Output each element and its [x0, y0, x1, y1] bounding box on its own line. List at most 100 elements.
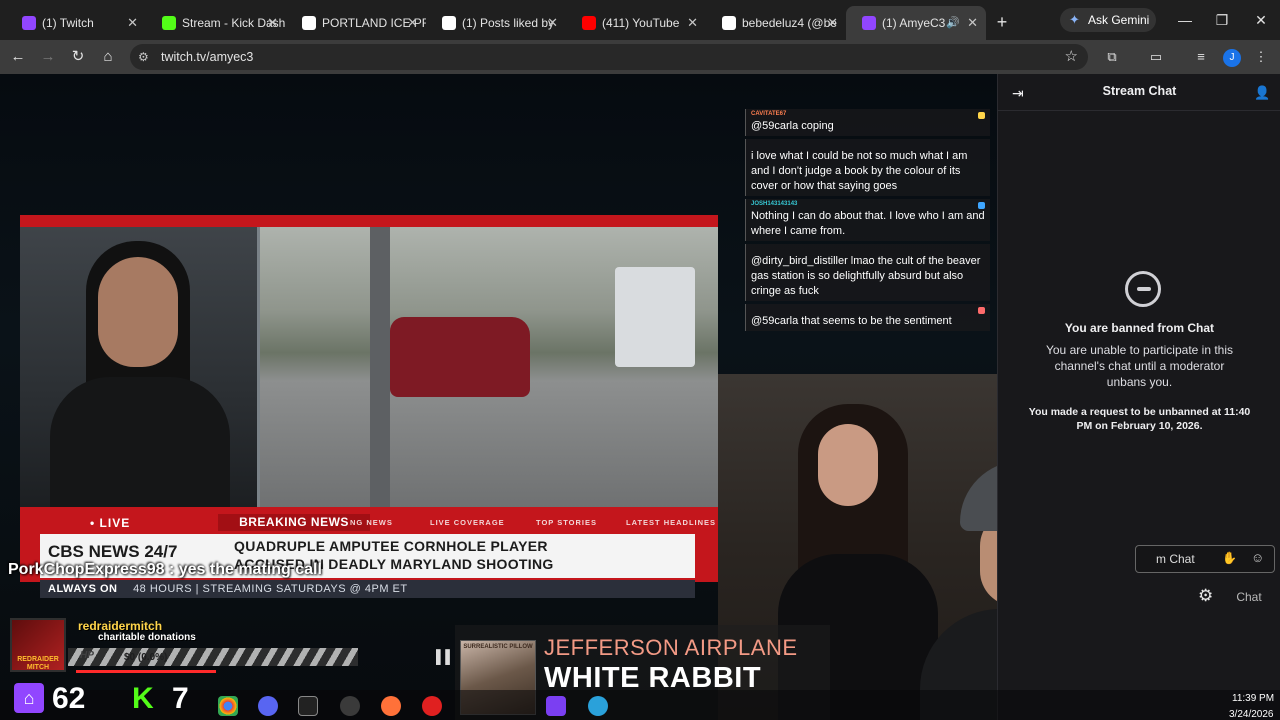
discord-icon[interactable]	[258, 696, 278, 716]
chat-message-text: @59carla that seems to be the sentiment	[751, 315, 952, 327]
tab-3[interactable]: PORTLAND ICE PR ✕	[286, 6, 426, 40]
ask-gemini-label: Ask Gemini	[1088, 13, 1150, 27]
chat-message-text: Nothing I can do about that. I love who …	[751, 210, 985, 237]
tab-close-icon[interactable]: ✕	[967, 6, 978, 40]
always-on-bar: ALWAYS ON 48 HOURS | STREAMING SATURDAYS…	[40, 580, 695, 598]
extensions-icon[interactable]: ⧉	[1099, 44, 1125, 70]
divider	[998, 110, 1280, 111]
chat-username: JOSH143143143	[751, 201, 798, 207]
kick-logo-icon: K	[132, 682, 154, 715]
red-suv	[390, 317, 530, 397]
terminal-icon[interactable]	[298, 696, 318, 716]
menu-kebab-icon[interactable]: ⋮	[1248, 44, 1274, 70]
new-tab-button[interactable]: +	[986, 6, 1018, 40]
overlay-chat-message: JOSH143143143 Nothing I can do about that…	[745, 199, 990, 241]
tab-favicon-icon	[22, 16, 36, 30]
telegram-icon[interactable]	[588, 696, 608, 716]
pause-icon[interactable]: ▌▌	[436, 649, 454, 665]
video-player[interactable]: • LIVE BREAKING NEWS NG NEWS LIVE COVERA…	[0, 74, 997, 720]
anchor-body	[50, 377, 230, 507]
song-artist: JEFFERSON AIRPLANE	[544, 635, 798, 660]
chat-badge-icon	[978, 307, 985, 314]
tab-close-icon[interactable]: ✕	[547, 6, 558, 40]
smile-icon[interactable]: ☺	[1251, 550, 1264, 565]
clock-time: 11:39 PM	[1232, 693, 1275, 704]
tab-title: (1) Posts liked by	[462, 16, 555, 30]
tab-close-icon[interactable]: ✕	[827, 6, 838, 40]
guest-webcam	[880, 449, 997, 720]
tab-close-icon[interactable]: ✕	[267, 6, 278, 40]
tab-6[interactable]: bebedeluz4 (@be ✕	[706, 6, 846, 40]
url-text[interactable]: twitch.tv/amyec3	[161, 44, 253, 70]
app-icon[interactable]	[546, 696, 566, 716]
youtube-app-icon[interactable]	[422, 696, 442, 716]
audio-playing-icon[interactable]: 🔊	[946, 6, 960, 40]
ban-title: You are banned from Chat	[1064, 321, 1215, 335]
breaking-news-label: BREAKING NEWS	[218, 514, 370, 531]
ticker-item: LIVE COVERAGE	[430, 518, 505, 527]
chat-badge-icon	[978, 202, 985, 209]
tab-7[interactable]: (1) AmyeC3 - 🔊 ✕	[846, 6, 986, 40]
chat-send-button[interactable]: Chat	[1225, 585, 1273, 609]
reload-icon[interactable]: ↻	[65, 44, 91, 70]
hp-label: HP	[80, 650, 94, 661]
users-icon[interactable]: 👤	[1254, 85, 1270, 101]
tab-1[interactable]: (1) Twitch ✕	[6, 6, 146, 40]
anchor-face	[98, 257, 178, 367]
profile-avatar[interactable]: J	[1223, 49, 1241, 67]
chat-username	[751, 141, 985, 149]
overlay-chat-message: CAVITATE67 @59carla coping	[745, 109, 990, 136]
maximize-button[interactable]: ❐	[1207, 8, 1237, 32]
tab-close-icon[interactable]: ✕	[407, 6, 418, 40]
tab-favicon-icon	[722, 16, 736, 30]
chat-ticker: PorkChopExpress98 : yes the mating call	[8, 561, 322, 578]
ticker-item: TOP STORIES	[536, 518, 598, 527]
donor-avatar: REDRAIDER MITCH	[10, 618, 66, 672]
streamer-face	[818, 424, 878, 506]
tab-2[interactable]: Stream - Kick Dash ✕	[146, 6, 286, 40]
chat-title: Stream Chat	[1102, 84, 1177, 98]
chat-username	[751, 306, 985, 314]
gear-icon[interactable]: ⚙	[1198, 586, 1213, 606]
address-bar[interactable]: ⚙ twitch.tv/amyec3 ☆	[130, 44, 1088, 70]
tab-title: (1) Twitch	[42, 16, 94, 30]
tab-title: bebedeluz4 (@be	[742, 16, 837, 30]
ask-gemini-button[interactable]: ✦ Ask Gemini	[1060, 8, 1156, 32]
donor-tagline: charitable donations	[98, 632, 196, 643]
close-window-button[interactable]: ✕	[1246, 8, 1276, 32]
road-footage	[260, 227, 718, 507]
media-controls-icon[interactable]: ≡	[1188, 44, 1214, 70]
live-label: • LIVE	[90, 516, 131, 530]
news-anchor-image	[20, 227, 257, 507]
side-panel-icon[interactable]: ▭	[1143, 44, 1169, 70]
settings-app-icon[interactable]	[340, 696, 360, 716]
always-on-text: 48 HOURS | STREAMING SATURDAYS @ 4PM ET	[133, 583, 408, 595]
news-broadcast: • LIVE BREAKING NEWS NG NEWS LIVE COVERA…	[20, 215, 718, 582]
white-truck	[615, 267, 695, 367]
forward-arrow-icon[interactable]: →	[35, 44, 61, 70]
always-on-label: ALWAYS ON	[48, 583, 118, 595]
tab-favicon-icon	[582, 16, 596, 30]
unban-request-note: You made a request to be unbanned at 11:…	[1028, 406, 1251, 432]
home-icon[interactable]: ⌂	[95, 44, 121, 70]
tab-title: (411) YouTube	[602, 16, 680, 30]
firefox-icon[interactable]	[381, 696, 401, 716]
gemini-icon: ✦	[1069, 12, 1080, 27]
chat-badge-icon	[978, 112, 985, 119]
tab-5[interactable]: (411) YouTube ✕	[566, 6, 706, 40]
emote-icon[interactable]: ✋	[1222, 551, 1237, 565]
chrome-icon[interactable]	[218, 696, 238, 716]
donor-name: redraidermitch	[78, 619, 163, 633]
bookmark-star-icon[interactable]: ☆	[1065, 44, 1078, 70]
tab-close-icon[interactable]: ✕	[127, 6, 138, 40]
ban-message: You are unable to participate in this ch…	[1045, 343, 1234, 389]
tab-favicon-icon	[862, 16, 876, 30]
site-info-icon[interactable]: ⚙	[138, 44, 149, 70]
minimize-button[interactable]: —	[1170, 8, 1200, 32]
back-arrow-icon[interactable]: ←	[5, 44, 31, 70]
tab-4[interactable]: (1) Posts liked by ✕	[426, 6, 566, 40]
tab-close-icon[interactable]: ✕	[687, 6, 698, 40]
headline-line-1: QUADRUPLE AMPUTEE CORNHOLE PLAYER	[234, 538, 548, 554]
tab-favicon-icon	[162, 16, 176, 30]
guest-cap	[960, 461, 997, 531]
